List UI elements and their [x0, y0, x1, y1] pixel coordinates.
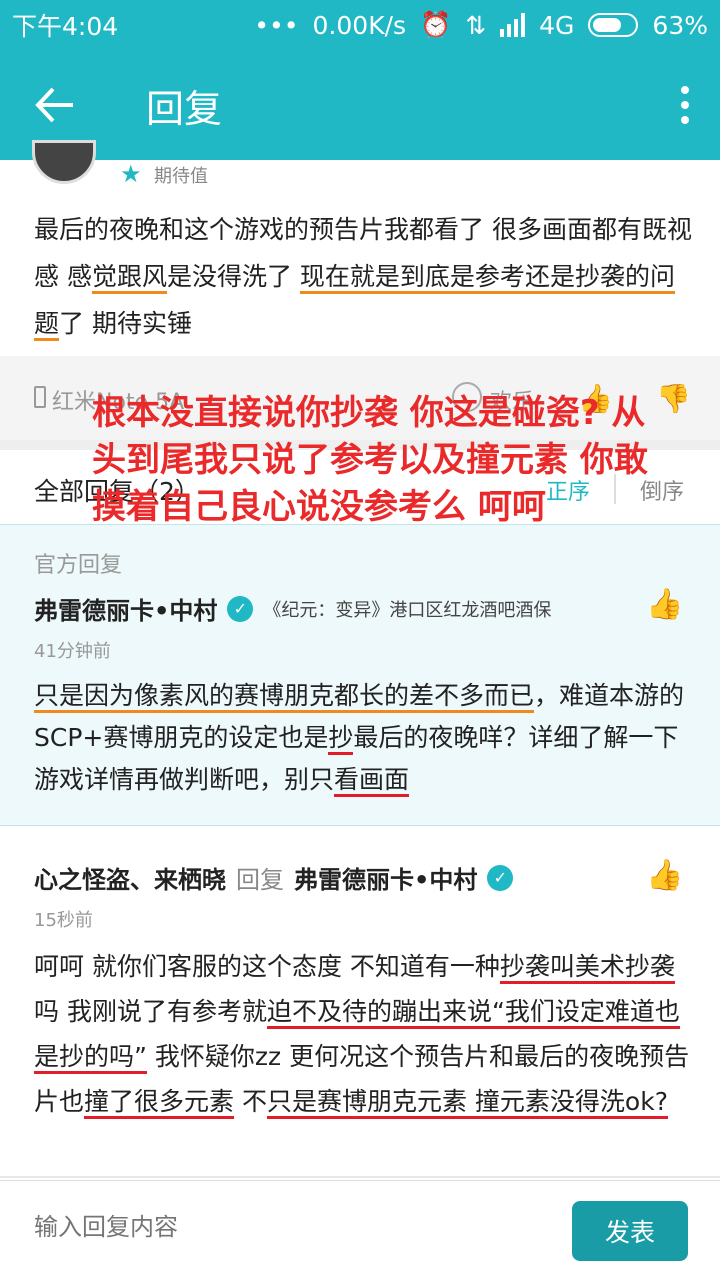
- app-bar: 回复: [0, 50, 720, 160]
- network-speed: 0.00K/s: [312, 10, 407, 40]
- author-name[interactable]: 弗雷德丽卡•中村: [34, 591, 217, 626]
- user-reply-body: 呵呵 就你们客服的这个态度 不知道有一种抄袭叫美术抄袭吗 我刚说了有参考就迫不及…: [34, 944, 694, 1124]
- reply-input[interactable]: [34, 1213, 534, 1241]
- star-icon: ★: [120, 160, 142, 188]
- reply-word: 回复: [236, 866, 284, 894]
- phone-icon: [34, 386, 46, 408]
- verified-icon: ✓: [227, 595, 254, 622]
- official-reply: 官方回复 弗雷德丽卡•中村 ✓ 《纪元：变异》港口区红龙酒吧酒保 👍 41分钟前…: [0, 524, 720, 826]
- battery-icon: [588, 13, 639, 37]
- like-icon[interactable]: 👍: [646, 587, 683, 622]
- author-tag: 期待值: [154, 166, 208, 187]
- user-reply-author-row: 心之怪盗、来栖晓 回复 弗雷德丽卡•中村 ✓: [34, 860, 514, 895]
- reply-time: 41分钟前: [34, 641, 111, 662]
- send-button[interactable]: 发表: [572, 1201, 688, 1261]
- status-time: 下午4:04: [12, 12, 119, 41]
- reply-target-name[interactable]: 弗雷德丽卡•中村: [294, 860, 477, 895]
- status-bar: 下午4:04 ••• 0.00K/s ⏰ ⇅ 4G 63%: [0, 0, 720, 50]
- divider: [0, 1176, 720, 1178]
- status-icons: ••• 0.00K/s ⏰ ⇅ 4G 63%: [254, 10, 708, 40]
- official-reply-label: 官方回复: [34, 553, 123, 578]
- signal-icon: [500, 13, 526, 37]
- post-header: ★ 期待值: [0, 140, 720, 200]
- author-role: 《纪元：变异》港口区红龙酒吧酒保: [263, 599, 552, 621]
- author-name[interactable]: 心之怪盗、来栖晓: [34, 860, 226, 895]
- annotation-overlay: 根本没直接说你抄袭 你这是碰瓷? 从头到尾我只说了参考以及撞元素 你敢摸着自己良…: [92, 393, 648, 527]
- data-transfer-icon: ⇅: [465, 10, 487, 40]
- verified-icon: ✓: [487, 864, 514, 891]
- official-author-row: 弗雷德丽卡•中村 ✓ 《纪元：变异》港口区红龙酒吧酒保: [34, 591, 551, 626]
- page-title: 回复: [146, 86, 223, 131]
- like-icon[interactable]: 👍: [646, 858, 683, 893]
- reply-time: 15秒前: [34, 910, 93, 931]
- avatar[interactable]: [32, 140, 96, 184]
- more-options-icon[interactable]: [650, 50, 720, 160]
- more-dots: •••: [254, 10, 299, 40]
- network-type: 4G: [539, 10, 575, 40]
- alarm-icon: ⏰: [420, 10, 452, 39]
- reply-input-bar: 发表: [0, 1180, 720, 1280]
- official-reply-body: 只是因为像素风的赛博朋克都长的差不多而已，难道本游的SCP+赛博朋克的设定也是抄…: [34, 675, 694, 801]
- post-body: 最后的夜晚和这个游戏的预告片我都看了 很多画面都有既视感 感觉跟风是没得洗了 现…: [34, 206, 694, 347]
- battery-level: 63%: [652, 10, 708, 40]
- dislike-icon[interactable]: 👎: [656, 382, 691, 415]
